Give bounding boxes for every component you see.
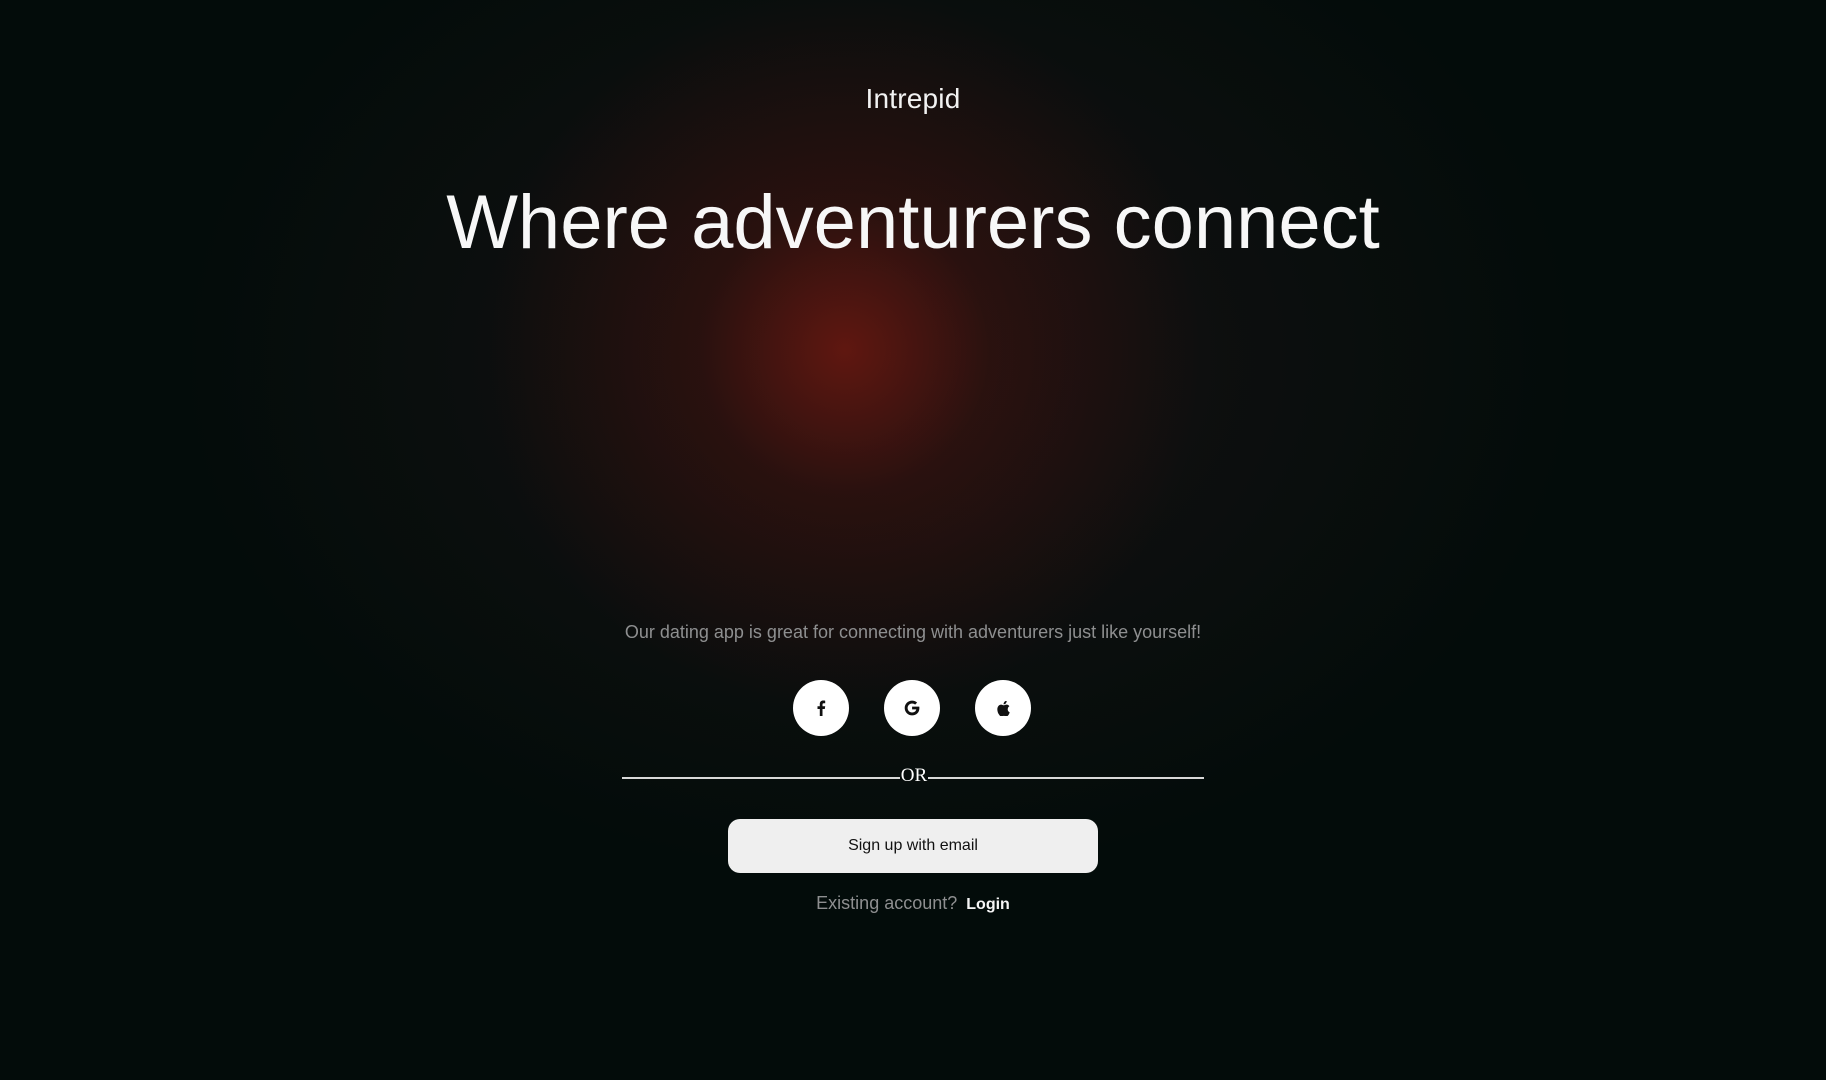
facebook-login-button[interactable] [793, 680, 849, 736]
or-divider: OR [622, 764, 1204, 790]
divider-label: OR [900, 765, 928, 786]
brand-name: Intrepid [865, 83, 961, 114]
social-login-row [793, 680, 1033, 736]
facebook-icon [816, 700, 826, 716]
divider-line-right [928, 777, 1204, 779]
google-login-button[interactable] [884, 680, 940, 736]
hero-tagline: Our dating app is great for connecting w… [624, 622, 1202, 642]
login-prompt: Existing account? Login [0, 893, 1826, 914]
apple-icon [996, 700, 1010, 716]
hero-headline: Where adventurers connect [446, 180, 1380, 265]
apple-login-button[interactable] [975, 680, 1031, 736]
login-prompt-text: Existing account? [816, 893, 958, 913]
google-icon [904, 700, 920, 716]
signup-with-email-button[interactable]: Sign up with email [728, 819, 1098, 873]
divider-line-left [622, 777, 900, 779]
login-link[interactable]: Login [966, 896, 1010, 913]
